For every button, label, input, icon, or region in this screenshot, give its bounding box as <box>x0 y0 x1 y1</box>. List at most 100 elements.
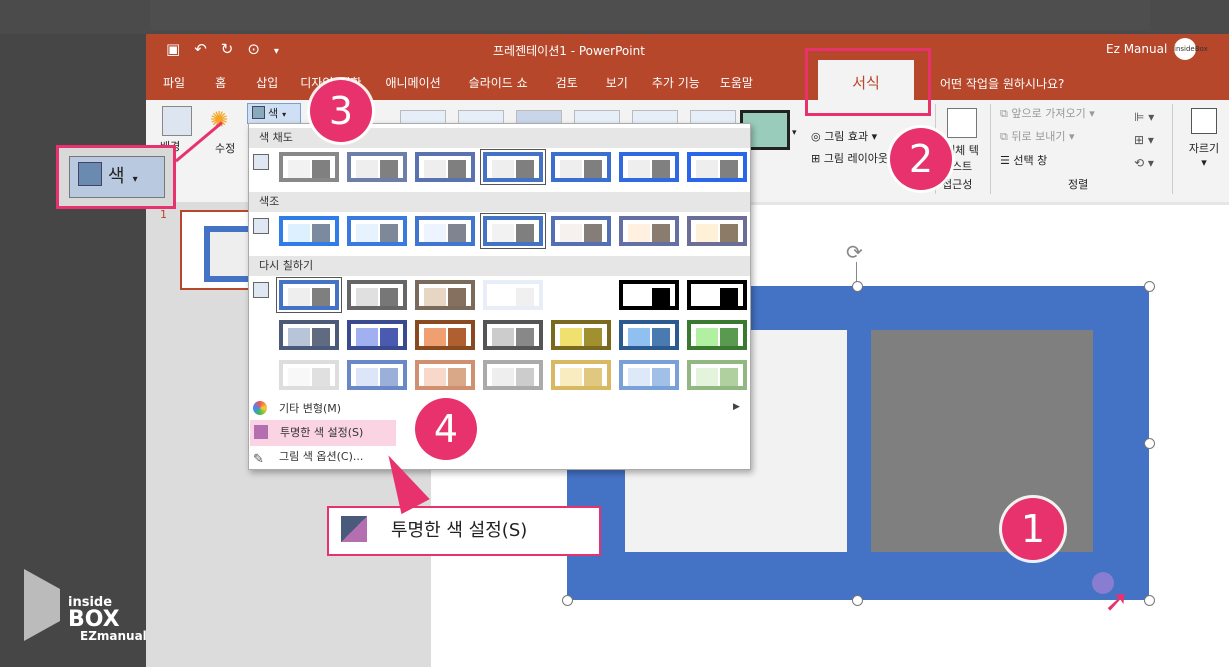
chevron-down-icon: ▾ <box>132 174 138 185</box>
swatch-light <box>696 224 718 242</box>
avatar[interactable]: insideBox <box>1174 38 1208 60</box>
tone-swatch[interactable] <box>619 216 679 246</box>
resize-handle[interactable] <box>1144 281 1155 292</box>
swatch-dark <box>516 160 534 178</box>
tab-review[interactable]: 검토 <box>556 74 578 94</box>
picture-effects-button[interactable]: ◎ 그림 효과 ▾ <box>811 128 877 144</box>
bring-forward-button[interactable]: ⧉ 앞으로 가져오기 ▾ <box>1000 105 1095 121</box>
swatch-light <box>492 288 514 306</box>
tone-swatch[interactable] <box>480 213 546 249</box>
recolor-swatch[interactable] <box>276 277 342 313</box>
undo-icon[interactable]: ↶ <box>194 40 221 58</box>
customize-qat-icon[interactable]: ▾ <box>274 46 293 57</box>
recolor-swatch[interactable] <box>415 360 475 390</box>
color-button[interactable]: 색 ▾ <box>247 103 301 124</box>
resize-handle[interactable] <box>852 595 863 606</box>
swatch-dark <box>516 288 534 306</box>
selection-pane-button[interactable]: ☰ 선택 창 <box>1000 152 1047 168</box>
tone-swatch[interactable] <box>551 216 611 246</box>
swatch-dark <box>516 328 534 346</box>
saturation-swatch[interactable] <box>347 152 407 182</box>
corrections-label[interactable]: 수정 <box>215 140 235 156</box>
swatch-dark <box>652 288 670 306</box>
recolor-section-title: 다시 칠하기 <box>249 256 750 276</box>
tell-me-search[interactable]: 어떤 작업을 원하시나요? <box>940 75 1064 92</box>
saturation-swatch[interactable] <box>279 152 339 182</box>
color-button-label: 색 <box>268 107 279 120</box>
recolor-swatch[interactable] <box>483 360 543 390</box>
align-rotate-icons[interactable]: ⊫ ▾ ⊞ ▾ ⟲ ▾ <box>1134 106 1154 175</box>
tone-swatch[interactable] <box>279 216 339 246</box>
picture-layout-button[interactable]: ⊞ 그림 레이아웃 <box>811 150 888 166</box>
tone-swatch[interactable] <box>687 216 747 246</box>
set-transparent-label: 투명한 색 설정(S) <box>280 426 364 439</box>
tone-swatch[interactable] <box>415 216 475 246</box>
tab-file[interactable]: 파일 <box>163 74 185 94</box>
swatch-light <box>628 288 650 306</box>
ribbon-divider <box>1172 104 1173 194</box>
swatch-dark <box>312 288 330 306</box>
recolor-icon <box>253 282 269 298</box>
bring-forward-label: 앞으로 가져오기 <box>1011 107 1086 120</box>
resize-handle[interactable] <box>1144 595 1155 606</box>
recolor-swatch[interactable] <box>347 280 407 310</box>
rotate-handle-icon[interactable]: ⟳ <box>846 240 863 264</box>
color-options-item[interactable]: ✎ 그림 색 옵션(C)... <box>253 446 363 468</box>
tab-home[interactable]: 홈 <box>215 74 226 94</box>
set-transparent-color-label-wrap[interactable]: 투명한 색 설정(S) <box>254 424 363 442</box>
tab-addins[interactable]: 추가 기능 <box>652 74 700 94</box>
recolor-swatch[interactable] <box>619 280 679 310</box>
picture-icon <box>252 106 265 119</box>
remove-background-icon[interactable] <box>162 106 192 136</box>
more-variations-item[interactable]: 기타 변형(M) <box>253 398 341 420</box>
tab-help[interactable]: 도움말 <box>720 74 753 94</box>
recolor-swatch[interactable] <box>415 280 475 310</box>
swatch-dark <box>516 368 534 386</box>
recolor-swatch[interactable] <box>687 280 747 310</box>
resize-handle[interactable] <box>852 281 863 292</box>
user-name[interactable]: Ez Manual <box>1106 42 1167 56</box>
tab-animations[interactable]: 애니메이션 <box>385 74 440 94</box>
style-gallery-scroll-icon[interactable]: ▾ <box>792 128 797 138</box>
recolor-swatch[interactable] <box>687 320 747 350</box>
swatch-light <box>560 368 582 386</box>
recolor-swatch[interactable] <box>551 280 611 310</box>
recolor-swatch[interactable] <box>619 320 679 350</box>
recolor-swatch[interactable] <box>347 320 407 350</box>
quick-access-toolbar: ▣↶↻⊙▾ <box>166 40 293 58</box>
recolor-swatch[interactable] <box>619 360 679 390</box>
crop-button[interactable]: 자르기 ▾ <box>1184 108 1224 169</box>
more-variations-label: 기타 변형(M) <box>279 402 342 415</box>
resize-handle[interactable] <box>562 595 573 606</box>
save-icon[interactable]: ▣ <box>166 40 194 58</box>
recolor-swatch[interactable] <box>279 320 339 350</box>
tab-view[interactable]: 보기 <box>606 74 628 94</box>
color-dropdown-menu: 색 채도 색조 다시 칠하기 기타 변형(M) ✎ 그림 색 옵션(C)... <box>248 123 751 470</box>
resize-handle[interactable] <box>1144 438 1155 449</box>
swatch-light <box>492 224 514 242</box>
send-backward-button[interactable]: ⧉ 뒤로 보내기 ▾ <box>1000 128 1075 144</box>
zoomed-color-button: 색 ▾ <box>56 145 176 209</box>
saturation-swatch[interactable] <box>551 152 611 182</box>
recolor-swatch[interactable] <box>483 320 543 350</box>
swatch-light <box>424 160 446 178</box>
tab-slideshow[interactable]: 슬라이드 쇼 <box>469 74 528 94</box>
recolor-swatch[interactable] <box>347 360 407 390</box>
swatch-dark <box>448 328 466 346</box>
redo-icon[interactable]: ↻ <box>221 40 248 58</box>
saturation-swatch[interactable] <box>619 152 679 182</box>
recolor-swatch[interactable] <box>687 360 747 390</box>
recolor-swatch[interactable] <box>415 320 475 350</box>
saturation-swatch[interactable] <box>687 152 747 182</box>
swatch-dark <box>516 224 534 242</box>
saturation-swatch[interactable] <box>415 152 475 182</box>
present-icon[interactable]: ⊙ <box>247 40 274 58</box>
saturation-swatch[interactable] <box>480 149 546 185</box>
recolor-swatch[interactable] <box>551 360 611 390</box>
swatch-dark <box>584 328 602 346</box>
tone-swatch[interactable] <box>347 216 407 246</box>
tab-insert[interactable]: 삽입 <box>256 74 278 94</box>
recolor-swatch[interactable] <box>279 360 339 390</box>
recolor-swatch[interactable] <box>551 320 611 350</box>
recolor-swatch[interactable] <box>483 280 543 310</box>
